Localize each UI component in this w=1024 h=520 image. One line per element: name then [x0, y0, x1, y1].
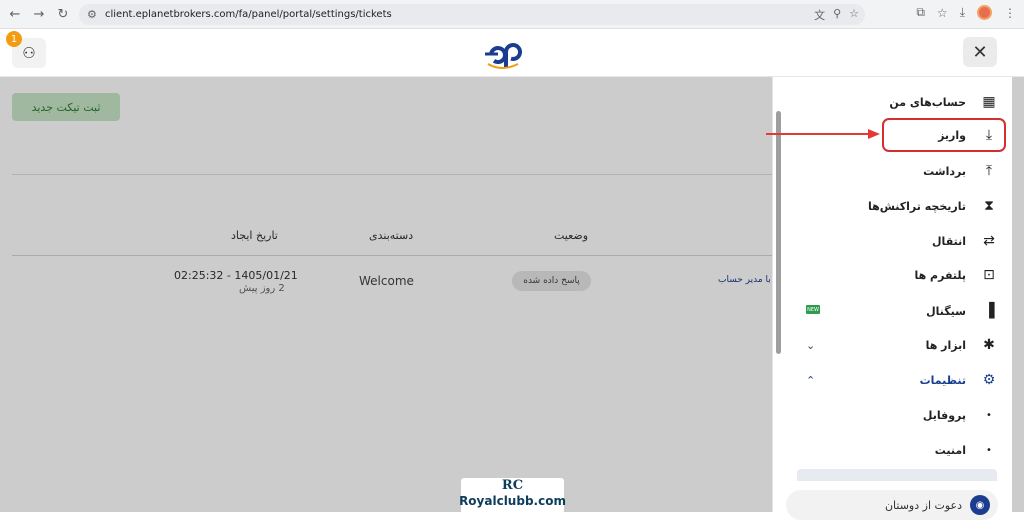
- arrow-left-icon[interactable]: ←: [2, 1, 28, 27]
- sidebar-item-label: انتقال: [932, 234, 966, 248]
- reload-icon[interactable]: ↻: [50, 1, 76, 27]
- site-info-icon[interactable]: ⚙: [87, 8, 97, 21]
- watermark-mark: RC: [501, 478, 524, 493]
- grid-icon: ▦: [982, 94, 996, 110]
- brand-logo[interactable]: [478, 37, 530, 71]
- sidebar-item-label: پلتفرم ها: [914, 268, 966, 282]
- transfer-arrows-icon: ⇄: [983, 233, 995, 249]
- arrow-right-icon[interactable]: →: [26, 1, 52, 27]
- sidebar-item-label: تنظیمات: [919, 373, 966, 387]
- sidebar-item-label: تاریخچه تراکنش‌ها: [867, 199, 966, 213]
- sidebar-item-platforms[interactable]: ⊡ پلتفرم ها: [800, 261, 1000, 289]
- ep-logo-icon: [485, 43, 522, 69]
- gear-icon: ⚙: [982, 372, 996, 388]
- browser-toolbar: ← → ↻ ⚙ client.eplanetbrokers.com/fa/pan…: [0, 0, 1024, 29]
- translate-icon[interactable]: 文: [814, 7, 825, 23]
- close-menu-button[interactable]: ✕: [963, 37, 997, 67]
- address-bar[interactable]: ⚙ client.eplanetbrokers.com/fa/panel/por…: [79, 4, 865, 25]
- sidebar-item-signal[interactable]: ▐ سیگنال NEW: [800, 297, 1000, 325]
- sidebar-subitem-security[interactable]: • امنیت: [800, 438, 1000, 462]
- sidebar-subitem-label: پروفایل: [922, 408, 966, 422]
- invite-user-icon: ◉: [970, 495, 990, 515]
- sidebar-item-my-accounts[interactable]: ▦ حساب‌های من: [800, 88, 1000, 116]
- site-header: ⚇ 1 ✕: [0, 29, 1024, 77]
- extensions-icon[interactable]: ⧉: [916, 5, 925, 20]
- annotation-arrow-head: [868, 129, 880, 139]
- download-icon[interactable]: ⤓: [960, 5, 965, 20]
- address-url: client.eplanetbrokers.com/fa/panel/porta…: [105, 9, 392, 20]
- watermark-text: Royalclubb.com: [459, 494, 566, 508]
- sidebar-item-settings[interactable]: ⚙ تنظیمات ⌃: [800, 366, 1000, 394]
- bookmark-star-icon[interactable]: ☆: [849, 7, 859, 23]
- invite-friends-button[interactable]: ◉ دعوت از دوستان: [786, 490, 998, 520]
- history-calendar-icon: ⧗: [984, 198, 994, 214]
- sidebar-subitem-tickets-active[interactable]: [797, 469, 997, 481]
- sidebar-subitem-profile[interactable]: • پروفایل: [800, 403, 1000, 427]
- profile-avatar[interactable]: [977, 5, 992, 20]
- signal-bars-icon: ▐: [983, 303, 995, 319]
- sidebar-item-label: برداشت: [923, 164, 966, 178]
- sidebar-item-label: حساب‌های من: [889, 95, 966, 109]
- annotation-highlight-box: [882, 118, 1006, 152]
- new-badge: NEW: [806, 305, 820, 314]
- platform-download-icon: ⊡: [983, 267, 995, 283]
- sidebar-item-transaction-history[interactable]: ⧗ تاریخچه تراکنش‌ها: [800, 192, 1000, 220]
- sidebar-item-transfer[interactable]: ⇄ انتقال: [800, 227, 1000, 255]
- zoom-icon[interactable]: ⚲: [833, 7, 841, 23]
- notification-badge: 1: [6, 31, 22, 47]
- kebab-menu-icon[interactable]: ⋮: [1004, 6, 1016, 20]
- bullet-icon: •: [986, 444, 992, 456]
- chevron-up-icon[interactable]: ⌃: [806, 374, 815, 387]
- bookmarks-icon[interactable]: ☆: [937, 6, 948, 20]
- chevron-down-icon[interactable]: ⌄: [806, 339, 815, 352]
- upload-tray-icon: ⤒: [985, 163, 993, 179]
- annotation-arrow: [766, 133, 872, 135]
- sidebar-item-label: سیگنال: [926, 304, 966, 318]
- sidebar-item-tools[interactable]: ✱ ابزار ها ⌄: [800, 331, 1000, 359]
- tools-icon: ✱: [983, 337, 995, 353]
- user-check-icon: ⚇: [22, 44, 36, 62]
- bullet-icon: •: [986, 409, 992, 421]
- watermark-logo: RC Royalclubb.com: [459, 478, 566, 514]
- sidebar-item-withdraw[interactable]: ⤒ برداشت: [800, 157, 1000, 185]
- sidebar-subitem-label: امنیت: [934, 443, 966, 457]
- close-icon: ✕: [972, 41, 988, 63]
- drawer-scrollbar[interactable]: [776, 111, 781, 354]
- invite-label: دعوت از دوستان: [884, 498, 962, 512]
- sidebar-item-label: ابزار ها: [925, 338, 966, 352]
